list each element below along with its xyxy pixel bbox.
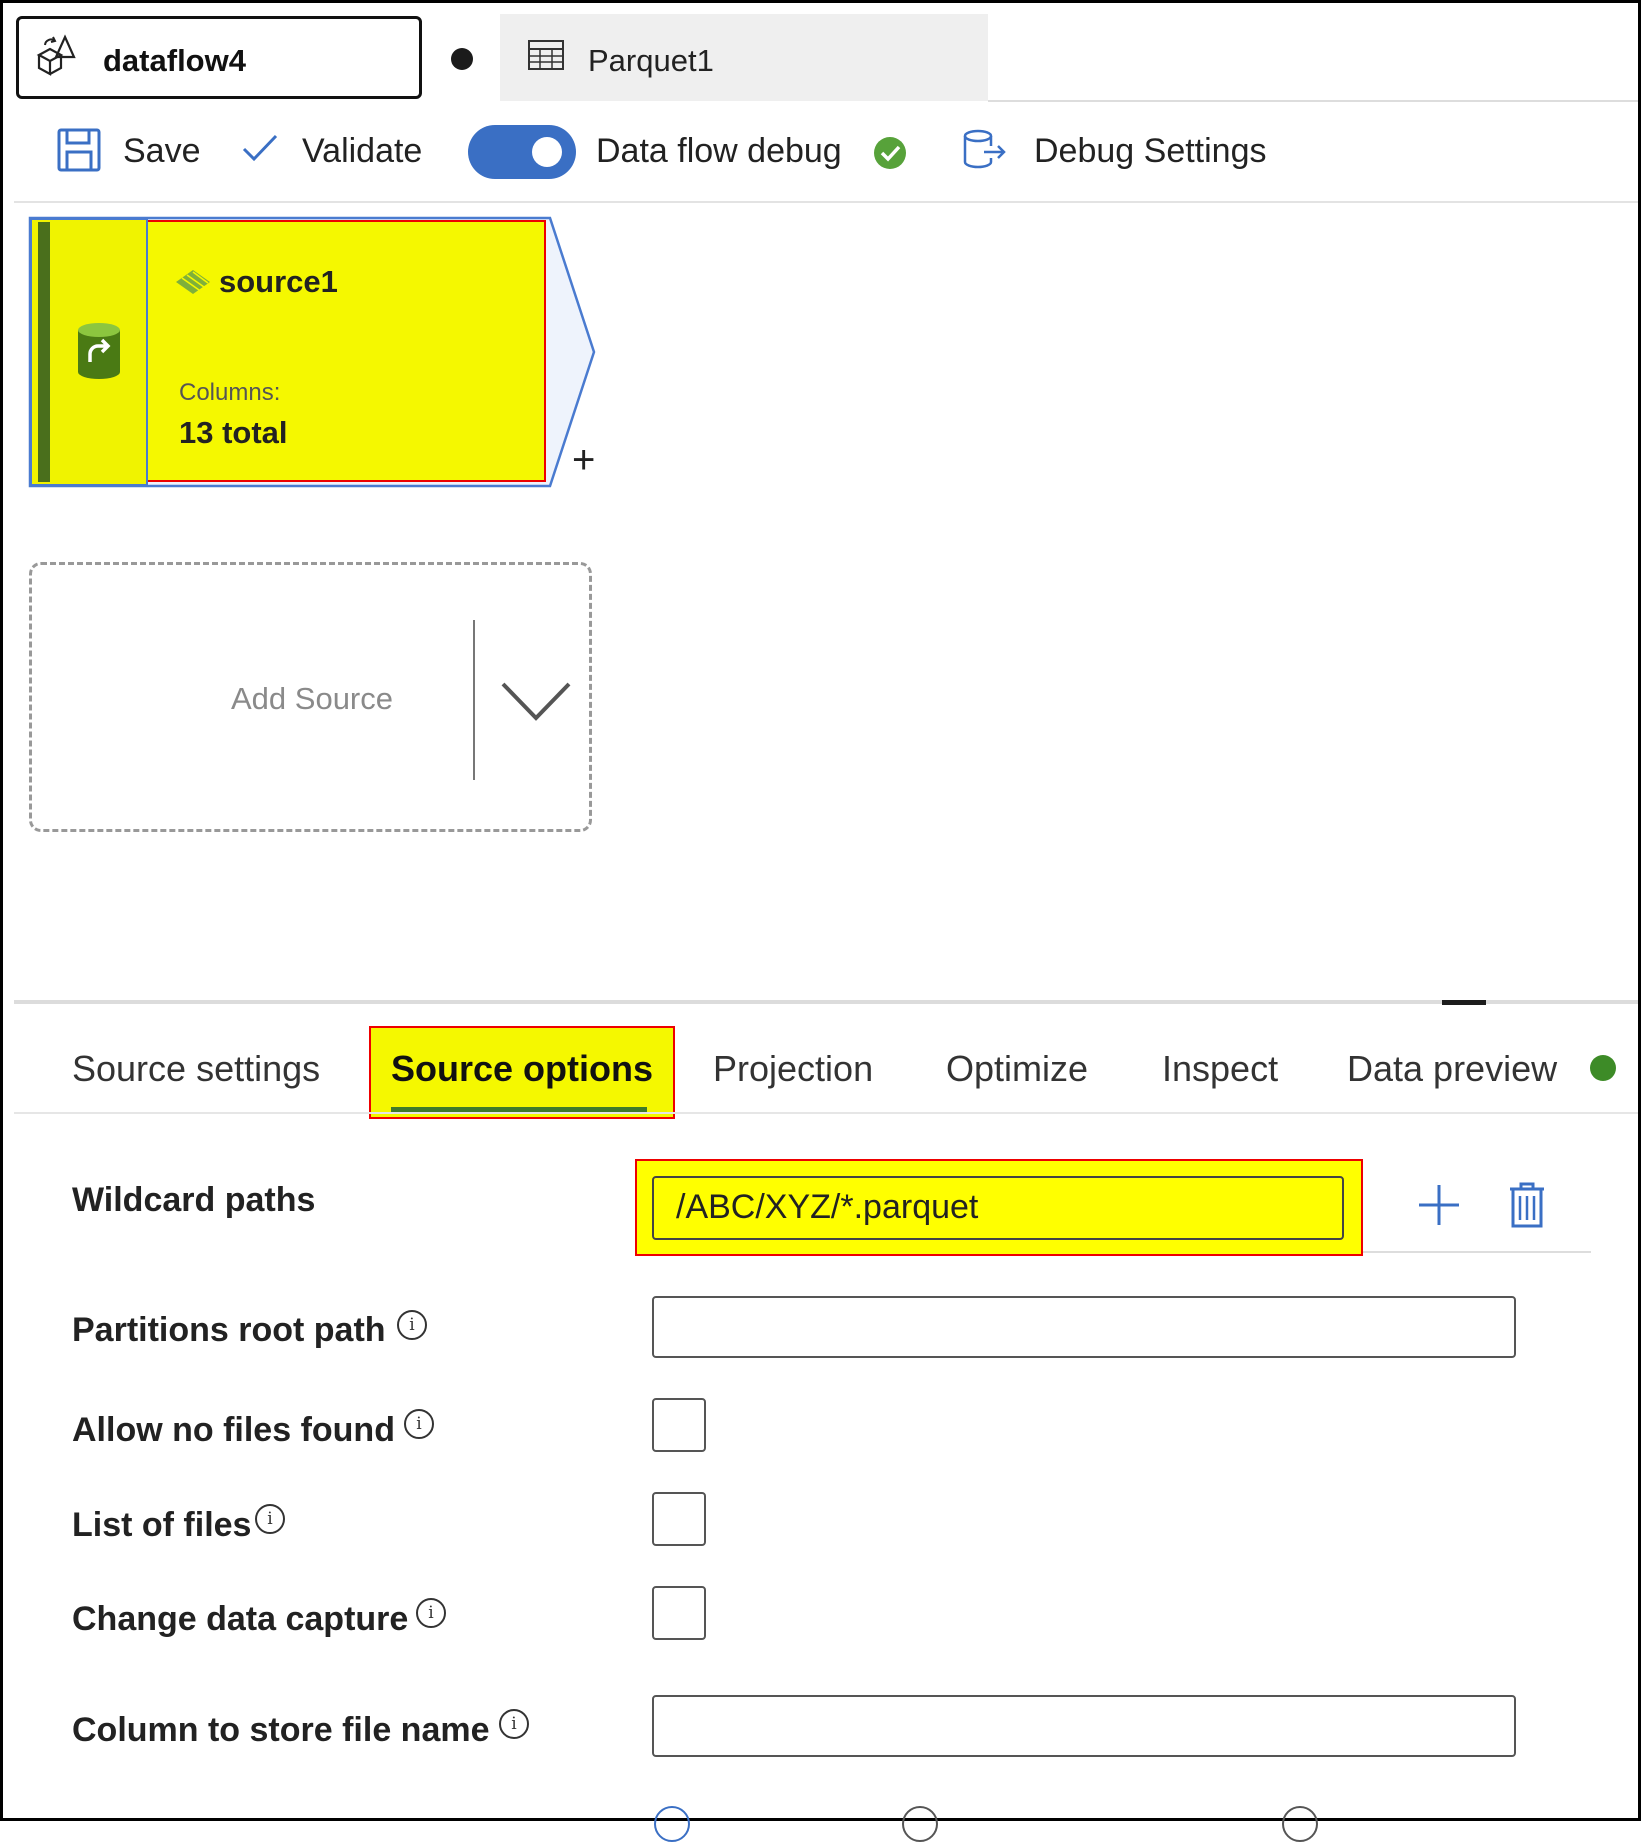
tab-source-options[interactable]: Source options xyxy=(391,1048,653,1090)
debug-label: Data flow debug xyxy=(596,132,842,170)
columns-label: Columns: xyxy=(179,379,281,406)
radio-option[interactable] xyxy=(654,1806,690,1842)
add-source-divider xyxy=(473,620,475,780)
columns-count: 13 total xyxy=(179,415,288,450)
list-of-files-checkbox[interactable] xyxy=(652,1492,706,1546)
tab-source-settings[interactable]: Source settings xyxy=(72,1048,320,1090)
add-source-box[interactable]: Add Source xyxy=(29,562,592,832)
allow-no-files-checkbox[interactable] xyxy=(652,1398,706,1452)
tab-label: dataflow4 xyxy=(103,43,246,78)
partitions-root-path-input[interactable] xyxy=(652,1296,1516,1358)
plus-icon[interactable] xyxy=(1417,1183,1461,1227)
trash-icon[interactable] xyxy=(1508,1182,1546,1228)
unsaved-indicator xyxy=(451,48,473,70)
partitions-root-path-label: Partitions root path xyxy=(72,1311,386,1349)
tab-optimize[interactable]: Optimize xyxy=(946,1048,1088,1090)
tab-parquet1[interactable]: Parquet1 xyxy=(500,14,988,101)
info-icon[interactable]: i xyxy=(416,1598,446,1628)
parquet-icon xyxy=(176,270,210,294)
validate-label: Validate xyxy=(302,132,423,170)
source-node-title: source1 xyxy=(219,264,338,299)
wildcard-path-input[interactable]: /ABC/XYZ/*.parquet xyxy=(652,1176,1344,1240)
column-file-name-label: Column to store file name xyxy=(72,1711,490,1749)
panel-resize-handle[interactable] xyxy=(1442,1000,1486,1005)
dataflow-icon xyxy=(36,34,76,76)
tab-label: Parquet1 xyxy=(588,43,714,78)
save-label: Save xyxy=(123,132,201,170)
panel-tabs-divider xyxy=(14,1112,1638,1114)
info-icon[interactable]: i xyxy=(499,1709,529,1739)
list-of-files-label: List of files xyxy=(72,1506,252,1544)
info-icon[interactable]: i xyxy=(255,1504,285,1534)
save-icon xyxy=(57,128,101,172)
preview-status-dot xyxy=(1590,1055,1616,1081)
change-data-capture-label: Change data capture xyxy=(72,1600,409,1638)
toggle-knob xyxy=(532,137,562,167)
source-database-icon xyxy=(78,323,120,379)
tabbar-divider xyxy=(988,100,1638,102)
chevron-down-icon[interactable] xyxy=(500,680,572,724)
source-node-strip xyxy=(38,222,50,482)
status-ok-icon xyxy=(874,137,906,169)
tab-inspect[interactable]: Inspect xyxy=(1162,1048,1278,1090)
change-data-capture-checkbox[interactable] xyxy=(652,1586,706,1640)
info-icon[interactable]: i xyxy=(404,1409,434,1439)
add-transformation-button[interactable]: + xyxy=(572,440,595,480)
toolbar-divider xyxy=(14,201,1638,203)
tab-projection[interactable]: Projection xyxy=(713,1048,873,1090)
allow-no-files-label: Allow no files found xyxy=(72,1411,395,1449)
radio-option[interactable] xyxy=(902,1806,938,1842)
info-icon[interactable]: i xyxy=(397,1310,427,1340)
database-settings-icon xyxy=(963,129,1006,169)
tab-data-preview[interactable]: Data preview xyxy=(1347,1048,1557,1090)
panel-divider[interactable] xyxy=(14,1000,1638,1004)
debug-settings-label: Debug Settings xyxy=(1034,132,1267,170)
column-file-name-input[interactable] xyxy=(652,1695,1516,1757)
table-icon xyxy=(528,40,564,70)
add-source-label: Add Source xyxy=(231,681,393,716)
checkmark-icon xyxy=(242,134,278,162)
debug-toggle[interactable] xyxy=(468,125,576,179)
wildcard-paths-label: Wildcard paths xyxy=(72,1181,316,1219)
tab-dataflow4[interactable]: dataflow4 xyxy=(16,16,422,99)
radio-option[interactable] xyxy=(1282,1806,1318,1842)
wildcard-row-divider xyxy=(1363,1251,1591,1253)
